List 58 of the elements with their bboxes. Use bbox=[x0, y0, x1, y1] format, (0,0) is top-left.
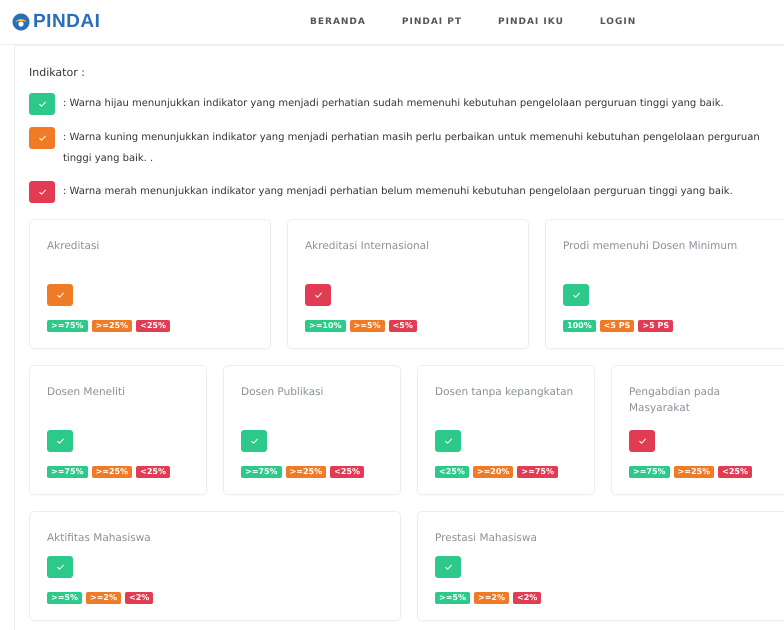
threshold-badge: >=25% bbox=[286, 466, 326, 478]
legend-title: Indikator : bbox=[29, 66, 86, 79]
nav-link[interactable]: PINDAI IKU bbox=[480, 17, 582, 27]
check-icon bbox=[38, 134, 46, 142]
check-icon bbox=[314, 291, 322, 299]
check-icon bbox=[38, 100, 46, 108]
card-title: Akreditasi bbox=[47, 239, 100, 254]
card-title: Dosen Publikasi bbox=[241, 385, 324, 400]
threshold-badge: <25% bbox=[330, 466, 364, 478]
threshold-badge: <2% bbox=[125, 592, 154, 604]
threshold-badge: <5 PS bbox=[600, 320, 634, 332]
check-icon bbox=[444, 563, 452, 571]
threshold-badge: >5 PS bbox=[638, 320, 674, 332]
legend-text: : Warna kuning menunjukkan indikator yang menjadi perhatian masih perlu perbaikan untuk memenuhi kebutuhan pengelolaan perguruan tinggi yang baik. . bbox=[63, 131, 761, 166]
threshold-badge: >=75% bbox=[241, 466, 282, 478]
card-title: Prodi memenuhi Dosen Minimum bbox=[563, 239, 738, 254]
card-title: Pengabdian pada Masyarakat bbox=[629, 385, 722, 416]
check-icon bbox=[56, 563, 64, 571]
check-icon bbox=[56, 291, 64, 299]
threshold-badge: >=5% bbox=[350, 320, 385, 332]
threshold-badge: >=10% bbox=[305, 320, 346, 332]
card-title: Prestasi Mahasiswa bbox=[435, 531, 538, 546]
threshold-badge: 100% bbox=[563, 320, 596, 332]
nav-link[interactable]: BERANDA bbox=[292, 17, 384, 27]
threshold-badge: <25% bbox=[435, 466, 469, 478]
threshold-badge: >=75% bbox=[517, 466, 558, 478]
legend-text: : Warna hijau menunjukkan indikator yang menjadi perhatian sudah memenuhi kebutuhan pengelolaan perguruan tinggi yang baik. bbox=[63, 97, 724, 111]
check-icon bbox=[250, 437, 258, 445]
threshold-badge: <2% bbox=[513, 592, 542, 604]
logo-text[interactable]: PINDAI bbox=[33, 11, 100, 33]
check-icon bbox=[56, 437, 64, 445]
threshold-badge: >=5% bbox=[47, 592, 82, 604]
card-title: Dosen Meneliti bbox=[47, 385, 126, 400]
threshold-badge: <25% bbox=[136, 320, 170, 332]
legend-text: : Warna merah menunjukkan indikator yang menjadi perhatian belum memenuhi kebutuhan pengelolaan perguruan tinggi yang baik. bbox=[63, 185, 733, 199]
card-title: Dosen tanpa kepangkatan bbox=[435, 385, 574, 400]
threshold-badge: >=75% bbox=[47, 320, 88, 332]
threshold-badge: >=5% bbox=[435, 592, 470, 604]
nav-link[interactable]: LOGIN bbox=[582, 17, 654, 27]
threshold-badge: >=25% bbox=[92, 320, 132, 332]
logo-icon bbox=[12, 13, 30, 31]
card-title: Akreditasi Internasional bbox=[305, 239, 430, 254]
threshold-badge: >=2% bbox=[474, 592, 509, 604]
check-icon bbox=[444, 437, 452, 445]
check-icon bbox=[38, 188, 46, 196]
nav-link[interactable]: PINDAI PT bbox=[384, 17, 480, 27]
threshold-badge: >=25% bbox=[92, 466, 132, 478]
threshold-badge: >=75% bbox=[47, 466, 88, 478]
threshold-badge: >=2% bbox=[86, 592, 121, 604]
card-title: Aktifitas Mahasiswa bbox=[47, 531, 152, 546]
threshold-badge: >=20% bbox=[472, 466, 514, 478]
threshold-badge: >=25% bbox=[674, 466, 714, 478]
threshold-badge: <25% bbox=[136, 466, 170, 478]
threshold-badge: <5% bbox=[388, 320, 417, 332]
check-icon bbox=[572, 291, 580, 299]
threshold-badge: <25% bbox=[718, 466, 752, 478]
threshold-badge: >=75% bbox=[629, 466, 670, 478]
check-icon bbox=[638, 437, 646, 445]
